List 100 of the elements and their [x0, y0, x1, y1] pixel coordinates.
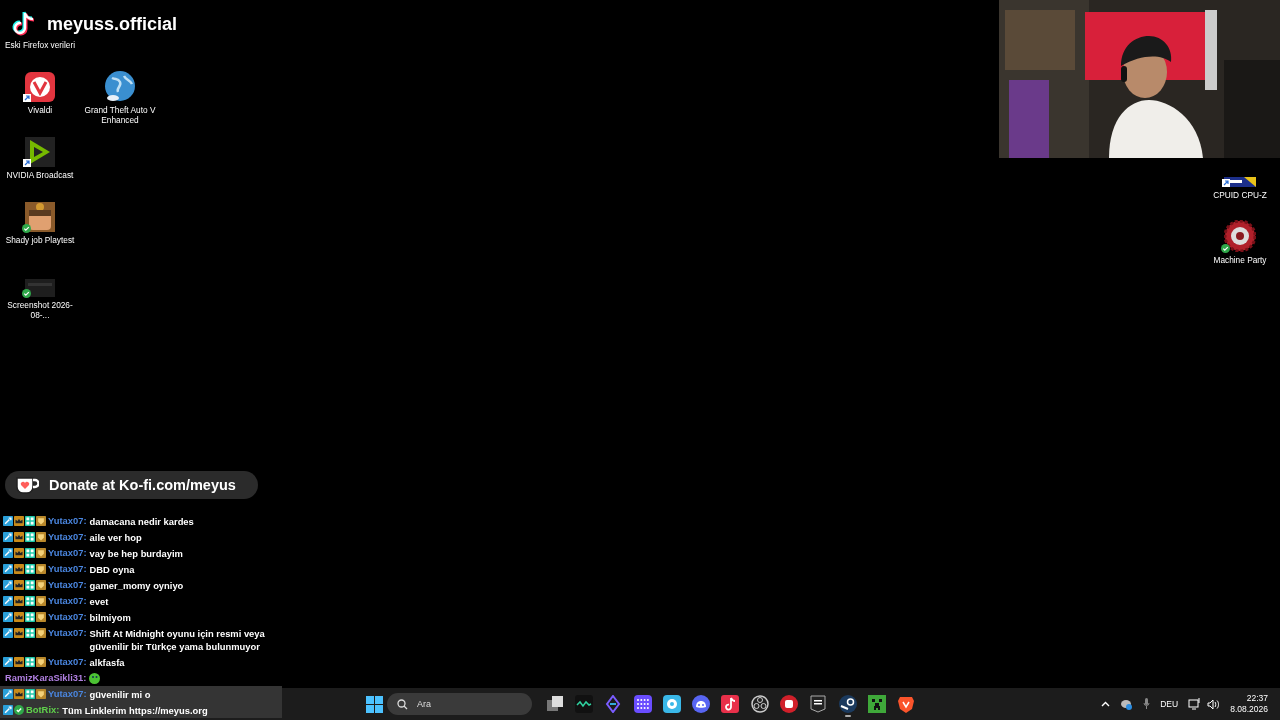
chat-message: DBD oyna: [89, 562, 136, 577]
shortcut-arrow-icon: [23, 159, 31, 167]
lion-logo-icon[interactable]: [897, 695, 916, 713]
icon-label[interactable]: Vivaldi: [27, 105, 53, 115]
chat-message: gamer_momy oyniyo: [89, 578, 185, 593]
crown-badge-icon: [14, 596, 24, 606]
shield-badge-icon: [36, 628, 46, 638]
wrench-badge-icon: [3, 532, 13, 542]
grid-badge-icon: [25, 628, 35, 638]
search-icon: [397, 698, 408, 710]
crown-badge-icon: [14, 657, 24, 667]
speaker-icon[interactable]: [1207, 698, 1221, 710]
chat-message: damacana nedir kardes: [89, 514, 195, 529]
creeper-face-icon[interactable]: [867, 695, 886, 713]
browser-icon: [25, 72, 55, 102]
check-badge-icon: [14, 705, 24, 715]
microphone-icon[interactable]: [1143, 698, 1151, 710]
chat-username: Yutax07:: [48, 610, 87, 624]
icon-label[interactable]: NVIDIA Broadcast: [6, 170, 74, 180]
shield-badge-icon: [36, 657, 46, 667]
wrench-badge-icon: [3, 596, 13, 606]
shield-badge-icon: [36, 689, 46, 699]
chat-message: aile ver hop: [89, 530, 143, 545]
shield-badge-icon: [36, 596, 46, 606]
thumbnail-icon: [25, 279, 55, 297]
grid-badge-icon: [25, 564, 35, 574]
grid-badge-icon: [25, 532, 35, 542]
gear-icon: [1224, 220, 1256, 252]
chat-message: alkfasfa: [89, 655, 126, 670]
wrench-badge-icon: [3, 689, 13, 699]
wrench-badge-icon: [3, 580, 13, 590]
icon-label[interactable]: Eski Firefox verileri: [4, 40, 76, 50]
wrench-badge-icon: [3, 516, 13, 526]
crown-badge-icon: [14, 689, 24, 699]
globe-icon: [104, 70, 136, 102]
crown-badge-icon: [14, 564, 24, 574]
waveform-icon[interactable]: [574, 695, 593, 713]
chat-username: RamizKaraSikli31:: [5, 671, 87, 685]
grid-badge-icon: [25, 596, 35, 606]
sync-check-icon: [22, 289, 31, 298]
crown-badge-icon: [14, 516, 24, 526]
diamond-logo-icon[interactable]: [604, 695, 623, 713]
clock-time[interactable]: 22:37: [1230, 693, 1268, 704]
wrench-badge-icon: [3, 564, 13, 574]
wrench-badge-icon: [3, 628, 13, 638]
camera-aperture-icon[interactable]: [750, 695, 769, 713]
task-view-icon[interactable]: [545, 695, 564, 713]
chat-username: BotRix:: [26, 703, 60, 717]
chat-username: Yutax07:: [48, 546, 87, 560]
chat-message: bilmiyom: [89, 610, 132, 625]
music-note-icon[interactable]: [721, 695, 740, 713]
cloud-icon[interactable]: [1120, 698, 1134, 710]
crown-badge-icon: [14, 548, 24, 558]
clock-date[interactable]: 8.08.2026: [1230, 704, 1268, 715]
icon-label[interactable]: CPUID CPU-Z: [1213, 190, 1267, 200]
chat-message: evet: [89, 594, 110, 609]
crown-badge-icon: [14, 532, 24, 542]
grid-badge-icon: [25, 657, 35, 667]
shortcut-arrow-icon: [23, 94, 31, 102]
shield-badge-icon: [36, 516, 46, 526]
monitor-network-icon[interactable]: [1188, 698, 1202, 710]
sync-check-icon: [1221, 244, 1230, 253]
steam-logo-icon[interactable]: [838, 695, 857, 713]
shortcut-arrow-icon: [1222, 179, 1230, 187]
chat-message: vay be hep burdayim: [89, 546, 184, 561]
grid-badge-icon: [25, 580, 35, 590]
shield-logo-icon[interactable]: [809, 695, 828, 713]
chevron-up-icon[interactable]: [1101, 701, 1111, 707]
donate-banner: Donate at Ko-fi.com/meyus: [5, 471, 258, 499]
chat-username: Yutax07:: [48, 530, 87, 544]
search-field[interactable]: Ara: [387, 693, 532, 715]
character-icon: [25, 202, 55, 232]
chevron-logo-icon: [25, 137, 55, 167]
crown-badge-icon: [14, 628, 24, 638]
icon-label[interactable]: Grand Theft Auto V Enhanced: [81, 105, 159, 125]
chat-username: Yutax07:: [48, 655, 87, 669]
chat-username: Yutax07:: [48, 594, 87, 608]
grid-badge-icon: [25, 516, 35, 526]
shield-badge-icon: [36, 548, 46, 558]
icon-label[interactable]: Machine Party: [1213, 255, 1267, 265]
chat-message: güvenilir mi o: [89, 687, 152, 702]
shield-badge-icon: [36, 612, 46, 622]
wrench-badge-icon: [3, 705, 13, 715]
chat-username: Yutax07:: [48, 562, 87, 576]
icon-label[interactable]: Shady job Playtest: [5, 235, 75, 245]
shield-badge-icon: [36, 532, 46, 542]
dot-grid-icon[interactable]: [633, 695, 652, 713]
shield-badge-icon: [36, 580, 46, 590]
controller-icon[interactable]: [692, 695, 711, 713]
icon-label[interactable]: Screenshot 2026-08-...: [1, 300, 79, 320]
wrench-badge-icon: [3, 612, 13, 622]
music-note-logo-icon: [12, 11, 36, 37]
grid-badge-icon: [25, 612, 35, 622]
windows-start-icon[interactable]: [366, 695, 383, 713]
chat-username: Yutax07:: [48, 626, 87, 640]
wrench-badge-icon: [3, 548, 13, 558]
language-indicator[interactable]: DEU: [1160, 699, 1179, 709]
chat-username: Yutax07:: [48, 687, 87, 701]
grid-badge-icon: [25, 548, 35, 558]
shield-badge-icon: [36, 564, 46, 574]
